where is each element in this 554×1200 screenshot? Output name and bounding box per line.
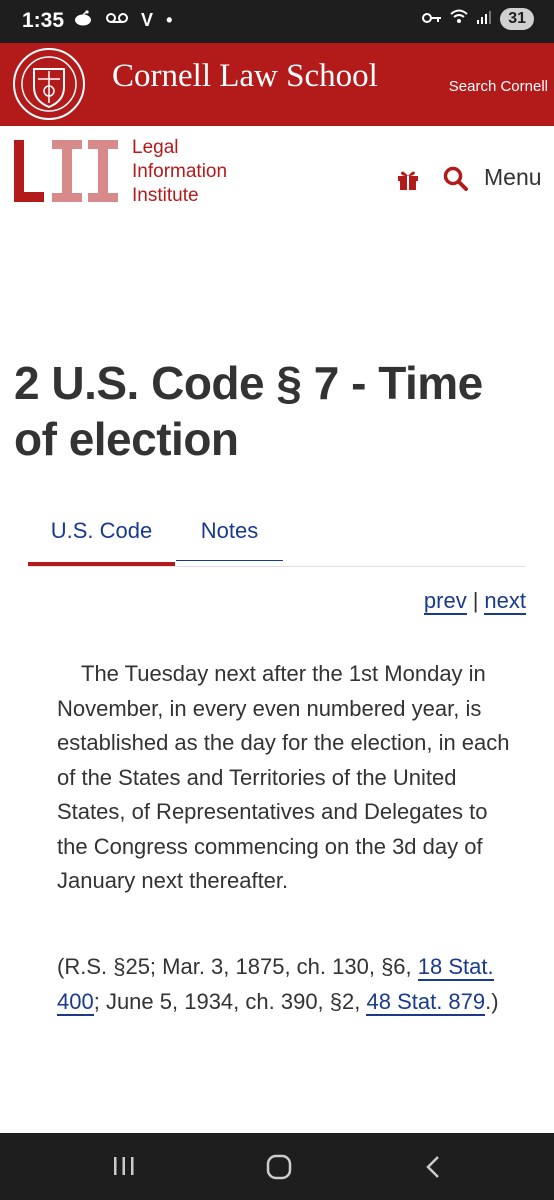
signal-icon xyxy=(476,9,492,29)
lii-name-line: Information xyxy=(132,161,228,182)
reddit-icon xyxy=(73,10,98,30)
citation-text: (R.S. §25; Mar. 3, 1875, ch. 130, §6, xyxy=(57,954,418,979)
wifi-icon xyxy=(450,9,468,29)
status-bar: 1:35 V • 31 xyxy=(0,0,554,43)
key-icon xyxy=(422,11,442,28)
lii-header: Legal Information Institute Menu xyxy=(0,126,554,216)
lii-name[interactable]: Legal Information Institute xyxy=(132,136,227,208)
next-link[interactable]: next xyxy=(484,588,526,615)
tab-us-code[interactable]: U.S. Code xyxy=(28,500,175,566)
home-icon[interactable] xyxy=(265,1153,293,1186)
cornell-seal-logo[interactable] xyxy=(12,47,86,121)
system-nav-bar xyxy=(0,1133,554,1200)
citation-text: .) xyxy=(485,988,499,1014)
tab-notes[interactable]: Notes xyxy=(176,500,283,561)
page-title: 2 U.S. Code § 7 - Time of election xyxy=(14,357,483,465)
search-cornell-link[interactable]: Search Cornell xyxy=(449,78,548,95)
dot-icon: • xyxy=(166,10,173,30)
cornell-header: Cornell Law School Search Cornell xyxy=(0,43,554,126)
v-icon: V xyxy=(141,10,154,30)
gift-icon[interactable] xyxy=(396,167,420,196)
search-icon[interactable] xyxy=(443,166,469,197)
lii-logo[interactable] xyxy=(14,140,118,202)
statute-text: The Tuesday next after the 1st Monday in… xyxy=(57,661,510,893)
notification-icons: V • xyxy=(73,10,180,31)
citation-text: ; June 5, 1934, ch. 390, §2, xyxy=(93,988,367,1014)
statute-citation: (R.S. §25; Mar. 3, 1875, ch. 130, §6, 18… xyxy=(57,950,517,1019)
prev-next-nav: prev | next xyxy=(423,588,526,615)
recent-apps-icon[interactable] xyxy=(112,1153,136,1184)
prev-link[interactable]: prev xyxy=(423,588,467,615)
nav-separator: | xyxy=(472,588,479,613)
citation-link-48-stat-879[interactable]: 48 Stat. 879 xyxy=(366,988,486,1016)
lii-name-line: Legal xyxy=(132,137,179,158)
voicemail-icon xyxy=(106,10,133,30)
status-time: 1:35 xyxy=(22,9,65,32)
content-tabs: U.S. Code Notes xyxy=(28,500,526,567)
battery-indicator: 31 xyxy=(500,8,534,30)
back-icon[interactable] xyxy=(423,1153,443,1186)
cornell-law-school-title[interactable]: Cornell Law School xyxy=(112,58,378,95)
lii-name-line: Institute xyxy=(132,185,199,206)
menu-button[interactable]: Menu xyxy=(484,164,542,191)
